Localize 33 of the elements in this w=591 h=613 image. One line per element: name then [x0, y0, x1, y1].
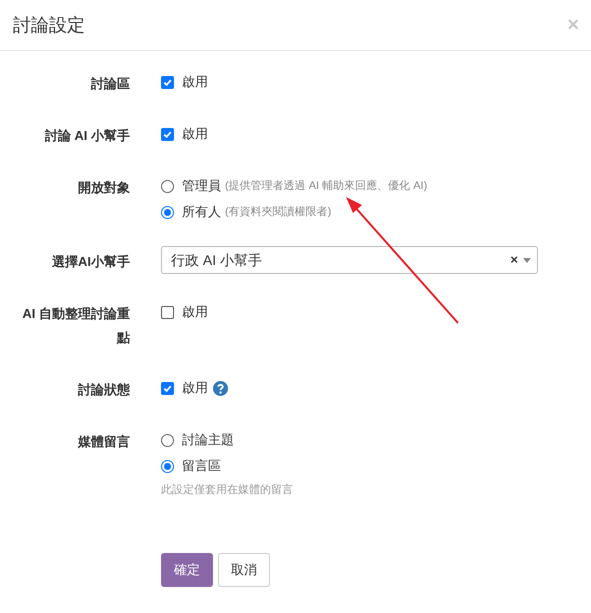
- field-label: 討論 AI 小幫手: [44, 128, 130, 143]
- field-label: AI 自動整理討論重點: [22, 306, 130, 345]
- radio-label: 管理員: [182, 177, 221, 196]
- confirm-button[interactable]: 確定: [161, 552, 213, 586]
- checkbox[interactable]: [161, 382, 174, 394]
- dialog-title: 討論設定: [13, 14, 85, 36]
- option-note: (有資料夾閱讀權限者): [225, 204, 332, 220]
- checkbox-label: 啟用: [182, 73, 208, 92]
- field-label: 媒體留言: [78, 434, 130, 449]
- cancel-button[interactable]: 取消: [218, 552, 270, 586]
- select-field[interactable]: 行政 AI 小幫手 ×: [161, 246, 538, 274]
- radio-button[interactable]: [161, 434, 174, 446]
- radio-button[interactable]: [161, 180, 174, 192]
- field-label: 討論狀態: [78, 382, 130, 397]
- radio-label: 所有人: [182, 203, 221, 222]
- radio-label: 討論主題: [182, 431, 234, 450]
- checkbox[interactable]: [161, 306, 174, 318]
- clear-button[interactable]: ×: [510, 250, 518, 270]
- caret-icon: [523, 258, 531, 262]
- radio-button[interactable]: [161, 460, 174, 472]
- hint-text: 此設定僅套用在媒體的留言: [161, 482, 293, 498]
- checkbox[interactable]: [161, 128, 174, 140]
- checkbox-label: 啟用: [182, 125, 208, 144]
- help-icon[interactable]: [213, 380, 228, 396]
- radio-label: 留言區: [182, 457, 221, 476]
- checkbox-label: 啟用: [182, 303, 208, 322]
- field-label: 討論區: [91, 76, 130, 91]
- field-label: 開放對象: [78, 180, 130, 195]
- checkbox[interactable]: [161, 76, 174, 88]
- radio-button[interactable]: [161, 206, 174, 218]
- option-note: (提供管理者透過 AI 輔助來回應、優化 AI): [225, 178, 428, 194]
- field-label: 選擇AI小幫手: [52, 254, 130, 269]
- checkbox-label: 啟用: [182, 379, 208, 398]
